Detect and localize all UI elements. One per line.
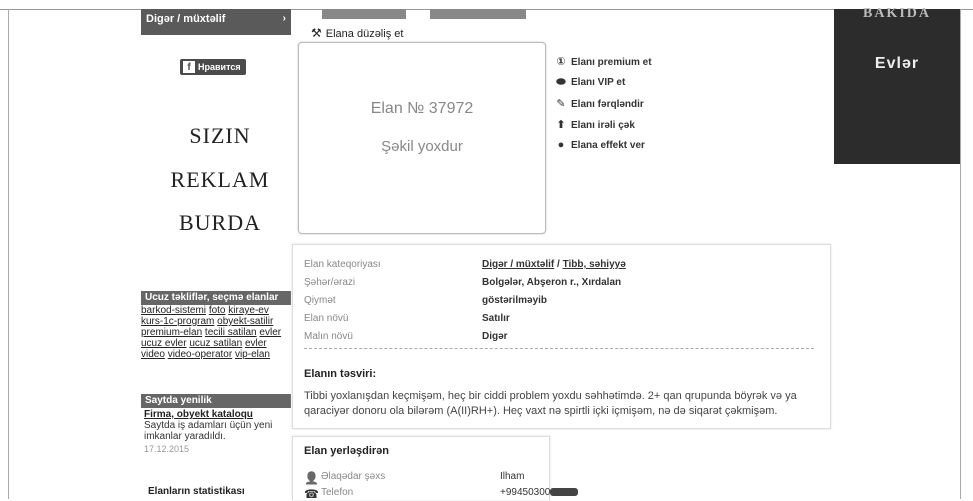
ad-line-3[interactable]: BURDA <box>150 210 290 236</box>
tag-link[interactable]: obyekt-satilir <box>217 316 273 327</box>
contact-value: Ilham <box>500 471 525 482</box>
news-link[interactable]: Firma, obyekt kataloqu <box>144 409 253 420</box>
tag-link[interactable]: kiraye-ev <box>228 305 269 316</box>
detail-label: Elan kateqoriyası <box>304 259 381 270</box>
subcategory-link[interactable]: Tibb, səhiyyə <box>563 259 626 270</box>
description-text: Tibbi yoxlanışdan keçmişəm, heç bir cidd… <box>304 390 797 417</box>
news-box-title: Saytda yenilik <box>141 394 291 408</box>
listing-details-panel: Elan kateqoriyası Digər / müxtəlif / Tib… <box>292 244 831 429</box>
detail-label: Qiymət <box>304 295 336 306</box>
tag-link[interactable]: tecili satilan <box>205 327 257 338</box>
tag-link[interactable]: foto <box>209 305 226 316</box>
detail-value: göstərilməyib <box>482 295 548 306</box>
no-image-text: Şəkil yoxdur <box>381 138 463 155</box>
description-title: Elanın təsviri: <box>304 368 377 380</box>
action-label: Elana effekt ver <box>571 140 645 151</box>
ad-line-2[interactable]: REKLAM <box>150 167 290 193</box>
page-right-border <box>960 9 961 499</box>
chevron-right-icon: › <box>282 13 286 24</box>
poster-info-panel: Elan yerləşdirən 👤 Əlaqədar şəxs Ilham ☎… <box>292 436 579 501</box>
contact-label: Əlaqədar şəxs <box>321 471 386 482</box>
action-label: Elanı VIP et <box>571 77 626 88</box>
action-label: Elanı irəli çək <box>571 120 635 131</box>
listing-number-tag <box>322 9 406 19</box>
ad-banner[interactable]: BAKIDA Evlər <box>834 6 960 164</box>
tag-link[interactable]: evler <box>245 338 267 349</box>
tag-cloud: barkod-sistemi foto kiraye-ev kurs-1c-pr… <box>141 305 291 360</box>
banner-brand: Evlər <box>874 55 920 72</box>
effect-icon: ● <box>557 139 565 151</box>
person-icon: 👤 <box>304 471 319 485</box>
edit-listing-link[interactable]: ⚒ Elana düzəliş et <box>311 26 403 40</box>
tag-link[interactable]: evler <box>259 327 281 338</box>
phone-label: Telefon <box>321 487 354 498</box>
banner-top-text: BAKIDA <box>862 6 931 21</box>
offers-box-title: Ucuz təkliflər, seçmə elanlar <box>141 291 291 305</box>
ad-line-1[interactable]: SIZIN <box>150 123 290 149</box>
premium-icon: ① <box>556 56 566 68</box>
detail-value: Satılır <box>482 313 510 324</box>
stats-title: Elanların statistikası <box>148 486 245 497</box>
facebook-like-button[interactable]: f Нравится <box>180 59 246 75</box>
tag-link[interactable]: ucuz evler <box>141 338 187 349</box>
tag-link[interactable]: video <box>141 349 165 360</box>
vip-icon: ⬬ <box>556 76 566 88</box>
edit-listing-label: Elana düzəliş et <box>325 28 404 40</box>
category-link[interactable]: Digər / müxtəlif <box>482 259 554 270</box>
listing-image-placeholder: Elan № 37972 Şəkil yoxdur <box>298 42 546 234</box>
detail-value: Bolgələr, Abşeron r., Xırdalan <box>482 277 622 288</box>
tag-link[interactable]: barkod-sistemi <box>141 305 206 316</box>
news-text: Saytda iş adamları üçün yeni imkanlar ya… <box>144 420 273 442</box>
category-separator: / <box>554 259 563 270</box>
detail-label: Elan növü <box>304 313 349 324</box>
tag-link[interactable]: kurs-1c-program <box>141 316 214 327</box>
detail-label: Şəhər/ərazi <box>304 277 356 288</box>
tag-link[interactable]: ucuz satilan <box>189 338 242 349</box>
poster-title: Elan yerləşdirən <box>304 445 389 457</box>
tag-link[interactable]: video-operator <box>168 349 232 360</box>
make-premium-action[interactable]: ① Elanı premium et <box>555 55 652 68</box>
detail-value: Digər <box>482 331 508 342</box>
listing-date-tag <box>430 9 526 19</box>
add-effect-action[interactable]: ● Elana effekt ver <box>555 139 645 151</box>
make-vip-action[interactable]: ⬬ Elanı VIP et <box>555 76 625 89</box>
detail-label: Malın növü <box>304 331 353 342</box>
action-label: Elanı fərqləndir <box>571 99 644 110</box>
action-label: Elanı premium et <box>571 57 652 68</box>
bump-up-action[interactable]: ⬆ Elanı irəli çək <box>555 118 635 131</box>
category-menu-bar[interactable]: Digər / müxtəlif › <box>141 9 291 35</box>
arrow-up-icon: ⬆ <box>556 119 566 131</box>
page-left-border <box>8 9 9 499</box>
facebook-like-label: Нравится <box>198 62 241 72</box>
tag-link[interactable]: vip-elan <box>235 349 270 360</box>
listing-number: Elan № 37972 <box>370 100 474 117</box>
tag-link[interactable]: premium-elan <box>141 327 202 338</box>
divider <box>304 348 814 349</box>
phone-value: +99450300 <box>500 487 551 498</box>
pencil-icon: ✎ <box>556 98 566 110</box>
redaction-scribble <box>550 488 579 497</box>
facebook-icon: f <box>183 61 195 73</box>
highlight-action[interactable]: ✎ Elanı fərqləndir <box>555 97 644 110</box>
tools-icon: ⚒ <box>311 26 322 40</box>
news-date: 17.12.2015 <box>144 444 190 454</box>
category-menu-label: Digər / müxtəlif <box>146 13 226 25</box>
